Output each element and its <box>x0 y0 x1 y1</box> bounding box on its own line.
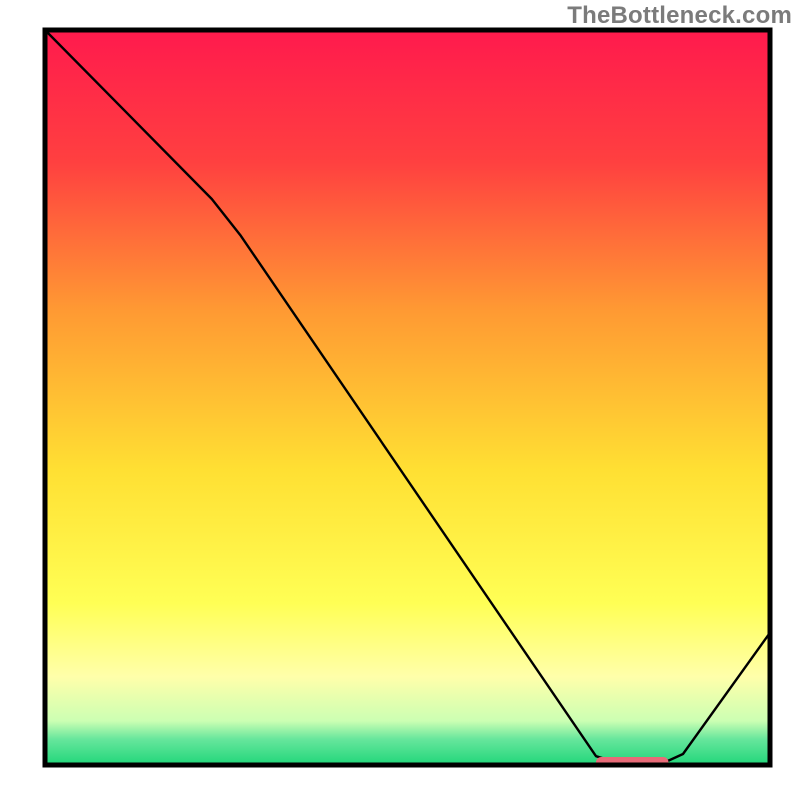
chart-svg <box>0 0 800 800</box>
plot-area <box>45 30 770 768</box>
watermark-text: TheBottleneck.com <box>567 2 792 30</box>
chart-frame: TheBottleneck.com <box>0 0 800 800</box>
